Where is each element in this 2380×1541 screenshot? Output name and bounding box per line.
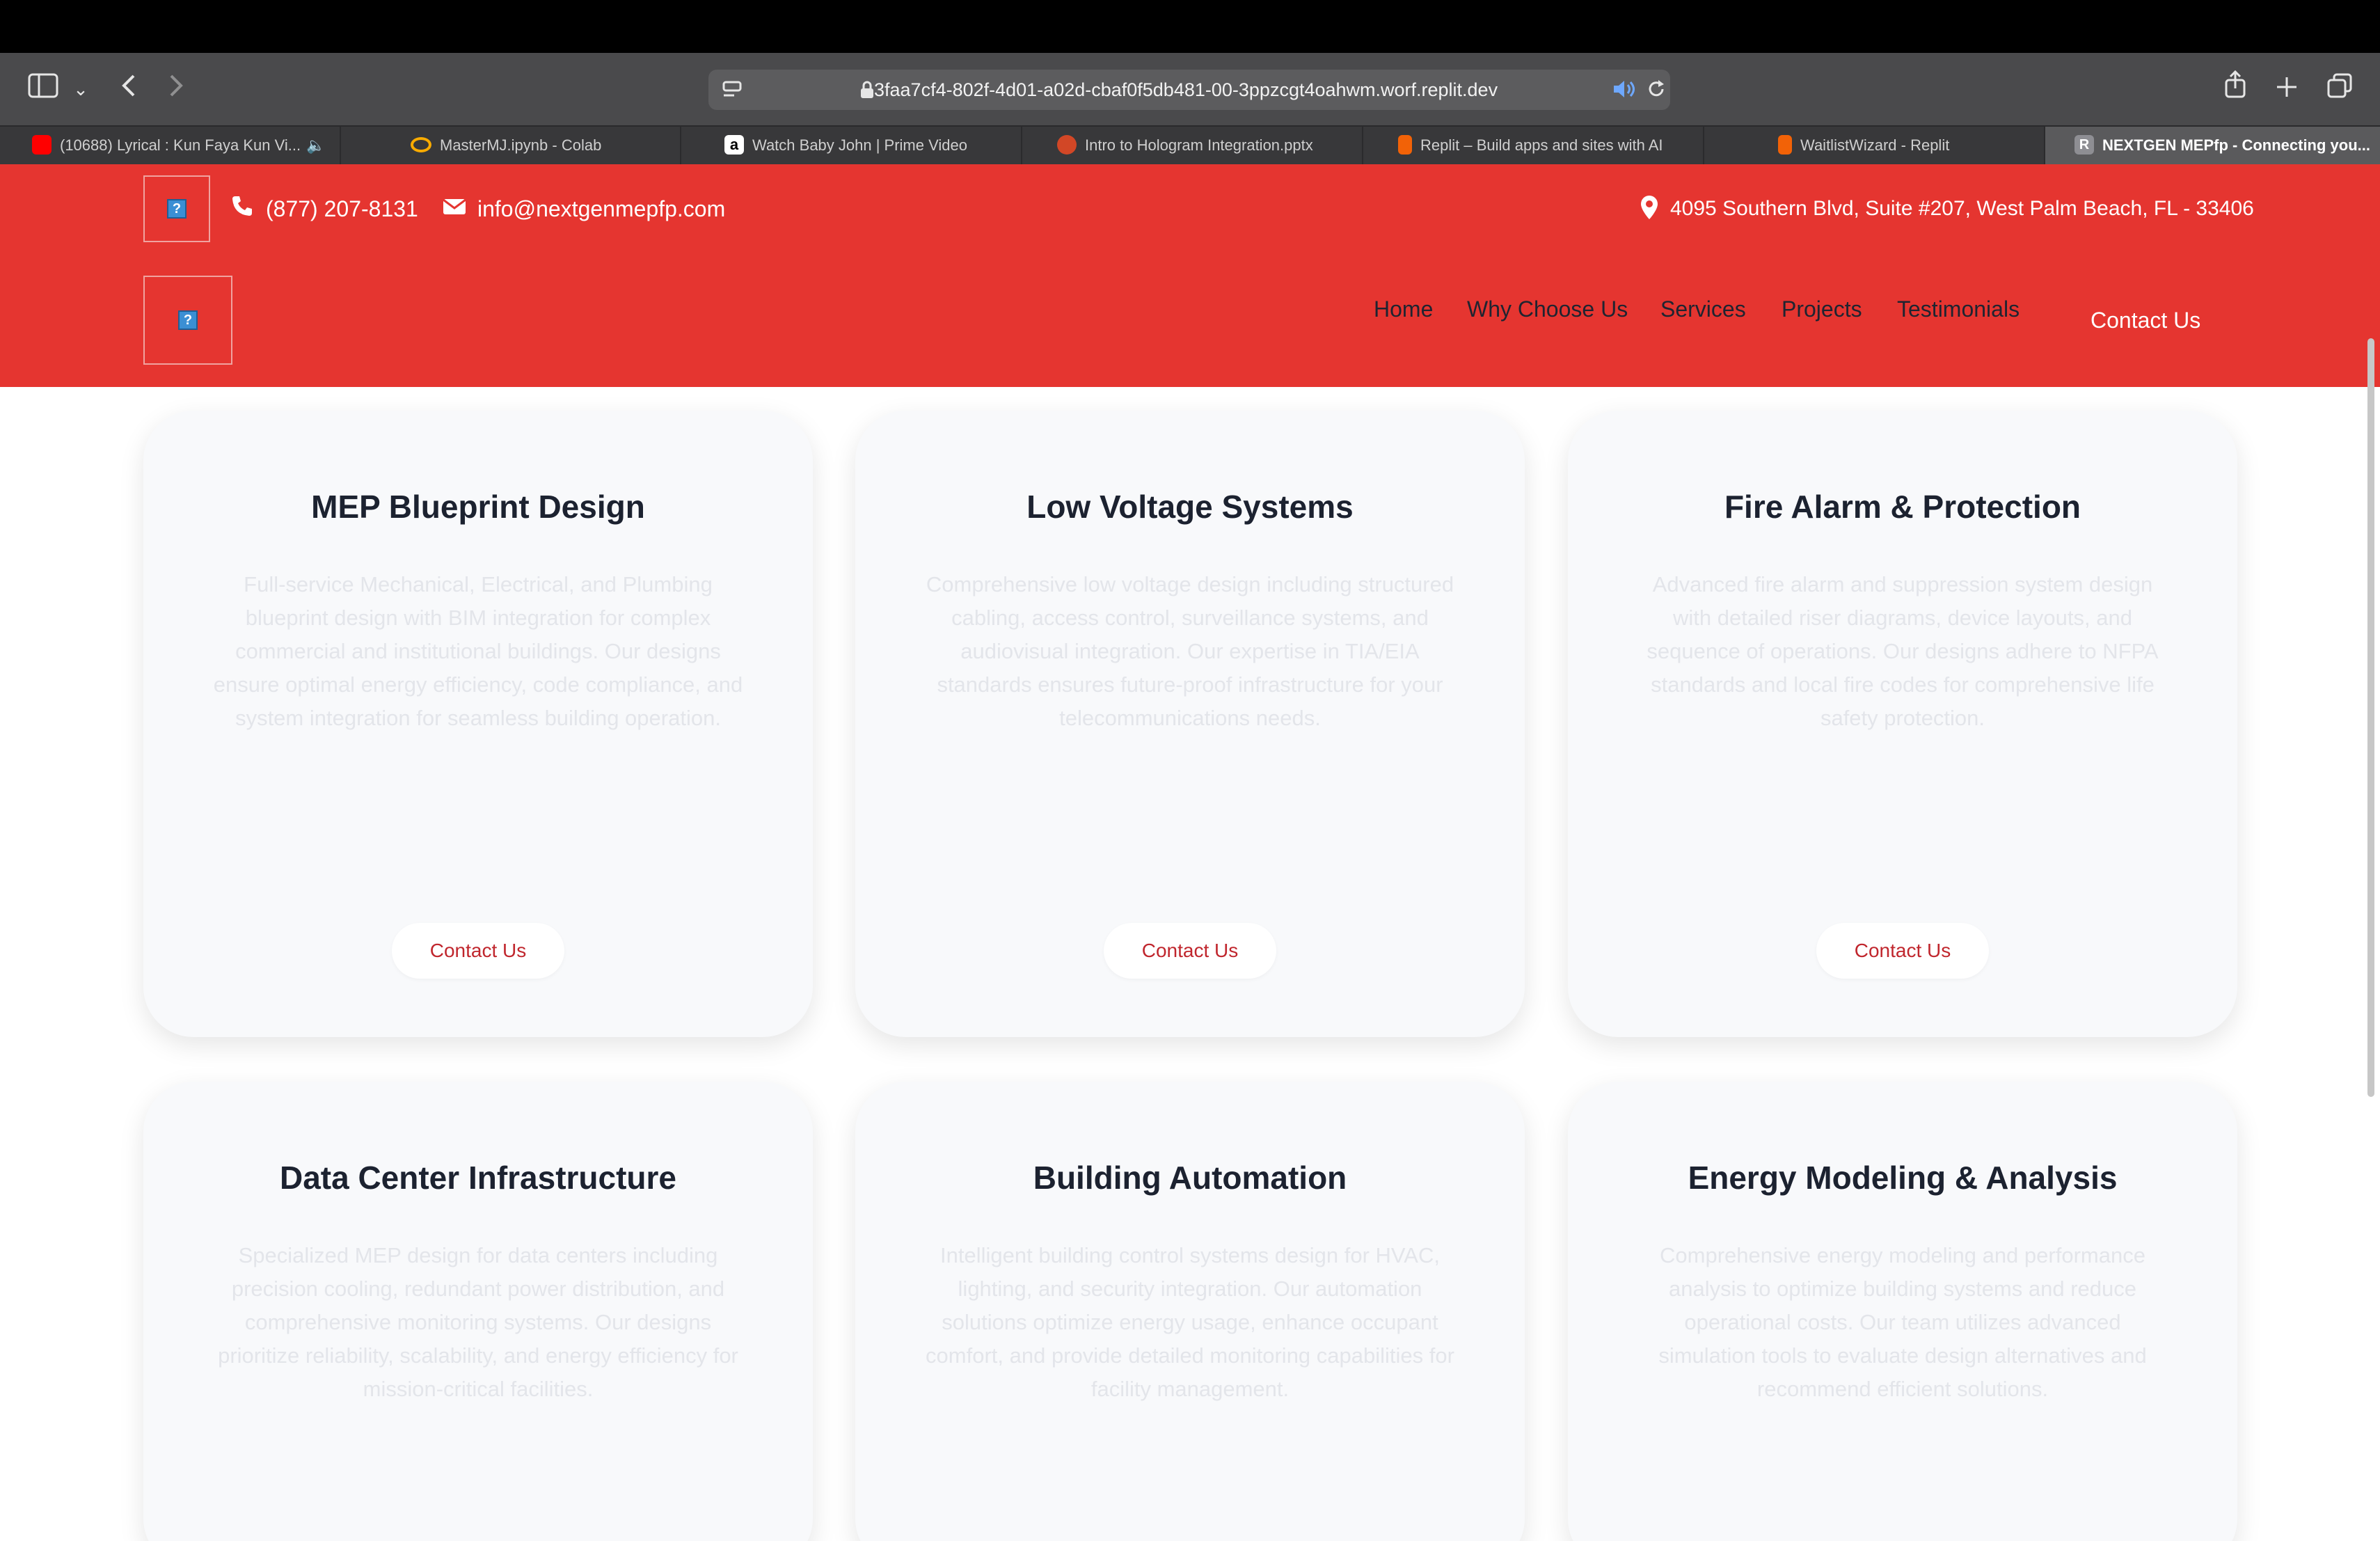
service-card: Low Voltage Systems Comprehensive low vo… [855,411,1525,1037]
browser-tab[interactable]: a Watch Baby John | Prime Video [681,127,1022,164]
service-description: Specialized MEP design for data centers … [218,1243,738,1401]
sidebar-icon[interactable] [24,70,63,109]
nav-testimonials[interactable]: Testimonials [1897,295,2020,323]
service-card: Data Center Infrastructure Specialized M… [143,1082,813,1541]
service-description: Comprehensive low voltage design includi… [926,572,1454,730]
nav-services[interactable]: Services [1660,295,1746,323]
service-card: MEP Blueprint Design Full-service Mechan… [143,411,813,1037]
broken-image-icon: ? [167,199,187,219]
tab-label: Watch Baby John | Prime Video [752,136,967,154]
broken-image-icon: ? [178,310,198,330]
tab-overview-icon[interactable] [2320,70,2359,109]
chevron-down-icon[interactable]: ⌄ [61,70,100,109]
header-email[interactable]: info@nextgenmepfp.com [477,195,725,223]
tab-label: NEXTGEN MEPfp - Connecting you... [2102,136,2370,154]
browser-tab-active[interactable]: R NEXTGEN MEPfp - Connecting you... [2045,127,2380,164]
tab-label: WaitlistWizard - Replit [1800,136,1950,154]
service-description: Intelligent building control systems des… [926,1243,1454,1401]
header-address: 4095 Southern Blvd, Suite #207, West Pal… [1670,197,2254,220]
service-card: Fire Alarm & Protection Advanced fire al… [1568,411,2237,1037]
tab-label: Intro to Hologram Integration.pptx [1085,136,1313,154]
service-title: Energy Modeling & Analysis [1688,1160,2118,1196]
browser-tab[interactable]: Intro to Hologram Integration.pptx [1022,127,1363,164]
map-pin-icon [1640,195,1659,226]
service-title: Data Center Infrastructure [279,1160,677,1196]
nav-home[interactable]: Home [1374,295,1433,323]
amazon-icon: a [724,135,744,155]
envelope-icon [443,195,466,223]
nav-projects[interactable]: Projects [1782,295,1862,323]
youtube-icon [32,135,51,155]
contact-us-button[interactable]: Contact Us [392,923,564,979]
back-icon[interactable] [109,70,148,109]
tab-label: (10688) Lyrical : Kun Faya Kun Vi... [60,136,301,154]
replit-r-icon: R [2074,135,2094,155]
speaker-icon: 🔈 [306,136,326,154]
site-settings-icon[interactable] [713,71,752,110]
top-bar [0,0,2380,53]
replit-icon [1398,135,1412,155]
service-title: MEP Blueprint Design [311,489,645,525]
new-tab-icon[interactable] [2267,70,2306,109]
nav-contact-us[interactable]: Contact Us [2091,306,2200,334]
service-card: Building Automation Intelligent building… [855,1082,1525,1541]
url-text[interactable]: 3faa7cf4-802f-4d01-a02d-cbaf0f5db481-00-… [874,78,1498,102]
tab-label: MasterMJ.ipynb - Colab [440,136,602,154]
replit-icon [1778,135,1792,155]
service-title: Low Voltage Systems [1026,489,1354,525]
service-title: Fire Alarm & Protection [1724,489,2081,525]
service-card: Energy Modeling & Analysis Comprehensive… [1568,1082,2237,1541]
share-icon[interactable] [2216,70,2255,109]
service-title: Building Automation [1033,1160,1347,1196]
service-description: Full-service Mechanical, Electrical, and… [213,572,743,730]
nav-why-choose-us[interactable]: Why Choose Us [1467,295,1628,323]
service-description: Comprehensive energy modeling and perfor… [1658,1243,2147,1401]
browser-tab[interactable]: (10688) Lyrical : Kun Faya Kun Vi... 🔈 [0,127,341,164]
site-logo[interactable]: ? [143,276,232,365]
forward-icon[interactable] [157,70,196,109]
tab-label: Replit – Build apps and sites with AI [1420,136,1663,154]
powerpoint-icon [1057,135,1077,155]
browser-tab[interactable]: MasterMJ.ipynb - Colab [341,127,681,164]
service-description: Advanced fire alarm and suppression syst… [1647,572,2159,730]
page-scrollbar[interactable] [2367,338,2374,1097]
header-phone[interactable]: (877) 207-8131 [266,195,418,223]
browser-tab[interactable]: Replit – Build apps and sites with AI [1363,127,1704,164]
contact-us-button[interactable]: Contact Us [1816,923,1989,979]
contact-us-button[interactable]: Contact Us [1104,923,1276,979]
phone-icon [231,195,253,223]
colab-icon [411,137,431,153]
browser-tab[interactable]: WaitlistWizard - Replit [1704,127,2045,164]
logo-placeholder[interactable]: ? [143,175,210,242]
reload-icon[interactable] [1637,71,1676,110]
